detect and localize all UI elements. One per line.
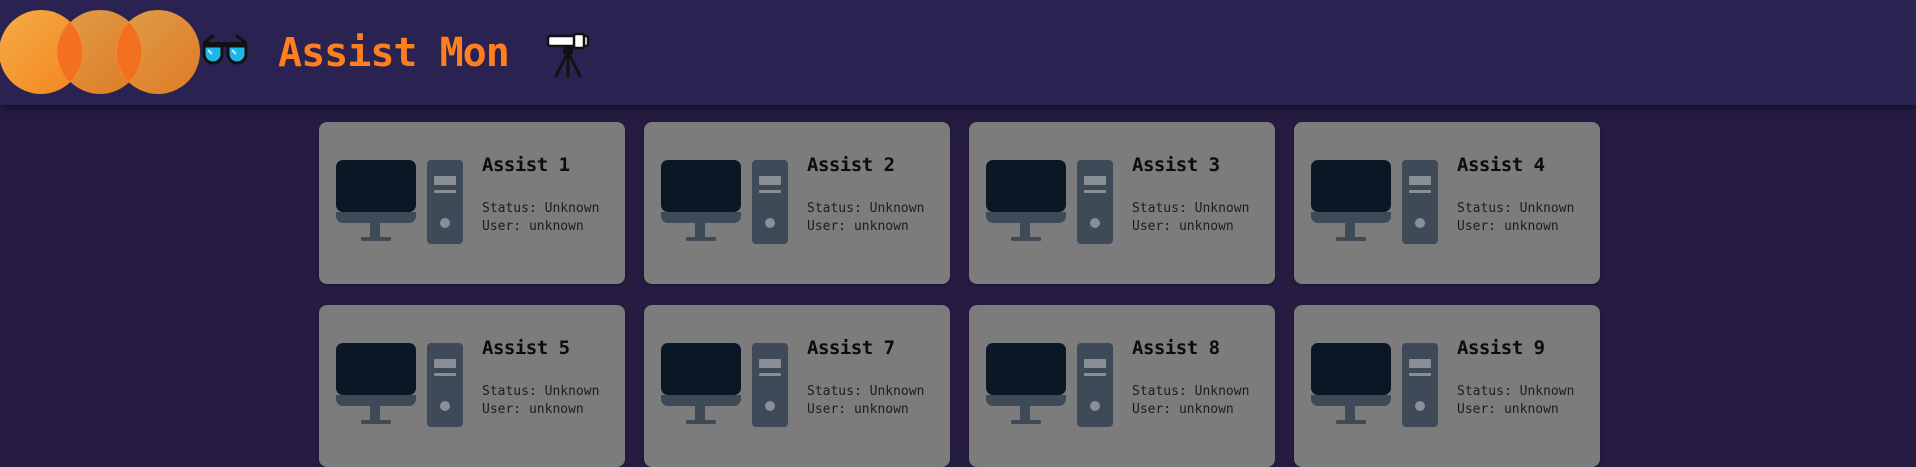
desktop-computer-icon <box>661 343 788 427</box>
status-value: Unknown <box>544 384 600 399</box>
machine-name: Assist 5 <box>482 337 570 359</box>
app-title: Assist Mon <box>278 30 510 76</box>
machine-card[interactable]: Assist 2 Status: Unknown User: unknown <box>644 122 950 284</box>
machine-grid: Assist 1 Status: Unknown User: unknown A… <box>319 122 1600 467</box>
machine-card[interactable]: Assist 8 Status: Unknown User: unknown <box>969 305 1275 467</box>
user-value: unknown <box>1178 402 1234 417</box>
machine-card[interactable]: Assist 4 Status: Unknown User: unknown <box>1294 122 1600 284</box>
machine-user: User: unknown <box>807 219 909 234</box>
user-value: unknown <box>528 402 584 417</box>
machine-user: User: unknown <box>807 402 909 417</box>
status-label: Status: <box>1132 201 1187 216</box>
user-value: unknown <box>1503 219 1559 234</box>
machine-status: Status: Unknown <box>1132 384 1249 399</box>
logo-rings-icon <box>0 10 200 94</box>
machine-name: Assist 7 <box>807 337 895 359</box>
machine-user: User: unknown <box>482 219 584 234</box>
machine-status: Status: Unknown <box>807 384 924 399</box>
machine-name: Assist 9 <box>1457 337 1545 359</box>
user-label: User: <box>1457 402 1497 417</box>
machine-status: Status: Unknown <box>1457 201 1574 216</box>
machine-card[interactable]: Assist 3 Status: Unknown User: unknown <box>969 122 1275 284</box>
status-value: Unknown <box>1194 201 1250 216</box>
status-value: Unknown <box>1519 384 1575 399</box>
user-label: User: <box>1132 219 1172 234</box>
desktop-computer-icon <box>336 160 463 244</box>
desktop-computer-icon <box>336 343 463 427</box>
status-label: Status: <box>1457 384 1512 399</box>
desktop-computer-icon <box>661 160 788 244</box>
machine-card[interactable]: Assist 5 Status: Unknown User: unknown <box>319 305 625 467</box>
machine-status: Status: Unknown <box>482 384 599 399</box>
machine-user: User: unknown <box>482 402 584 417</box>
status-value: Unknown <box>869 201 925 216</box>
machine-card[interactable]: Assist 1 Status: Unknown User: unknown <box>319 122 625 284</box>
glasses-icon <box>202 34 248 65</box>
user-label: User: <box>807 402 847 417</box>
machine-status: Status: Unknown <box>807 201 924 216</box>
status-label: Status: <box>482 384 537 399</box>
machine-card[interactable]: Assist 9 Status: Unknown User: unknown <box>1294 305 1600 467</box>
desktop-computer-icon <box>1311 343 1438 427</box>
machine-name: Assist 4 <box>1457 154 1545 176</box>
desktop-computer-icon <box>986 343 1113 427</box>
machine-name: Assist 1 <box>482 154 570 176</box>
machine-name: Assist 8 <box>1132 337 1220 359</box>
status-value: Unknown <box>544 201 600 216</box>
status-value: Unknown <box>1519 201 1575 216</box>
machine-user: User: unknown <box>1132 219 1234 234</box>
user-value: unknown <box>853 402 909 417</box>
user-label: User: <box>807 219 847 234</box>
user-value: unknown <box>528 219 584 234</box>
machine-card[interactable]: Assist 7 Status: Unknown User: unknown <box>644 305 950 467</box>
user-value: unknown <box>1503 402 1559 417</box>
machine-user: User: unknown <box>1457 402 1559 417</box>
user-label: User: <box>482 402 522 417</box>
desktop-computer-icon <box>986 160 1113 244</box>
machine-status: Status: Unknown <box>482 201 599 216</box>
user-value: unknown <box>853 219 909 234</box>
machine-user: User: unknown <box>1132 402 1234 417</box>
status-label: Status: <box>482 201 537 216</box>
user-label: User: <box>482 219 522 234</box>
status-label: Status: <box>807 201 862 216</box>
desktop-computer-icon <box>1311 160 1438 244</box>
telescope-icon <box>546 32 590 78</box>
user-value: unknown <box>1178 219 1234 234</box>
user-label: User: <box>1132 402 1172 417</box>
status-label: Status: <box>1132 384 1187 399</box>
user-label: User: <box>1457 219 1497 234</box>
machine-status: Status: Unknown <box>1132 201 1249 216</box>
machine-status: Status: Unknown <box>1457 384 1574 399</box>
status-value: Unknown <box>1194 384 1250 399</box>
machine-name: Assist 2 <box>807 154 895 176</box>
status-label: Status: <box>807 384 862 399</box>
app-header: Assist Mon <box>0 0 1916 105</box>
status-label: Status: <box>1457 201 1512 216</box>
machine-user: User: unknown <box>1457 219 1559 234</box>
machine-name: Assist 3 <box>1132 154 1220 176</box>
status-value: Unknown <box>869 384 925 399</box>
